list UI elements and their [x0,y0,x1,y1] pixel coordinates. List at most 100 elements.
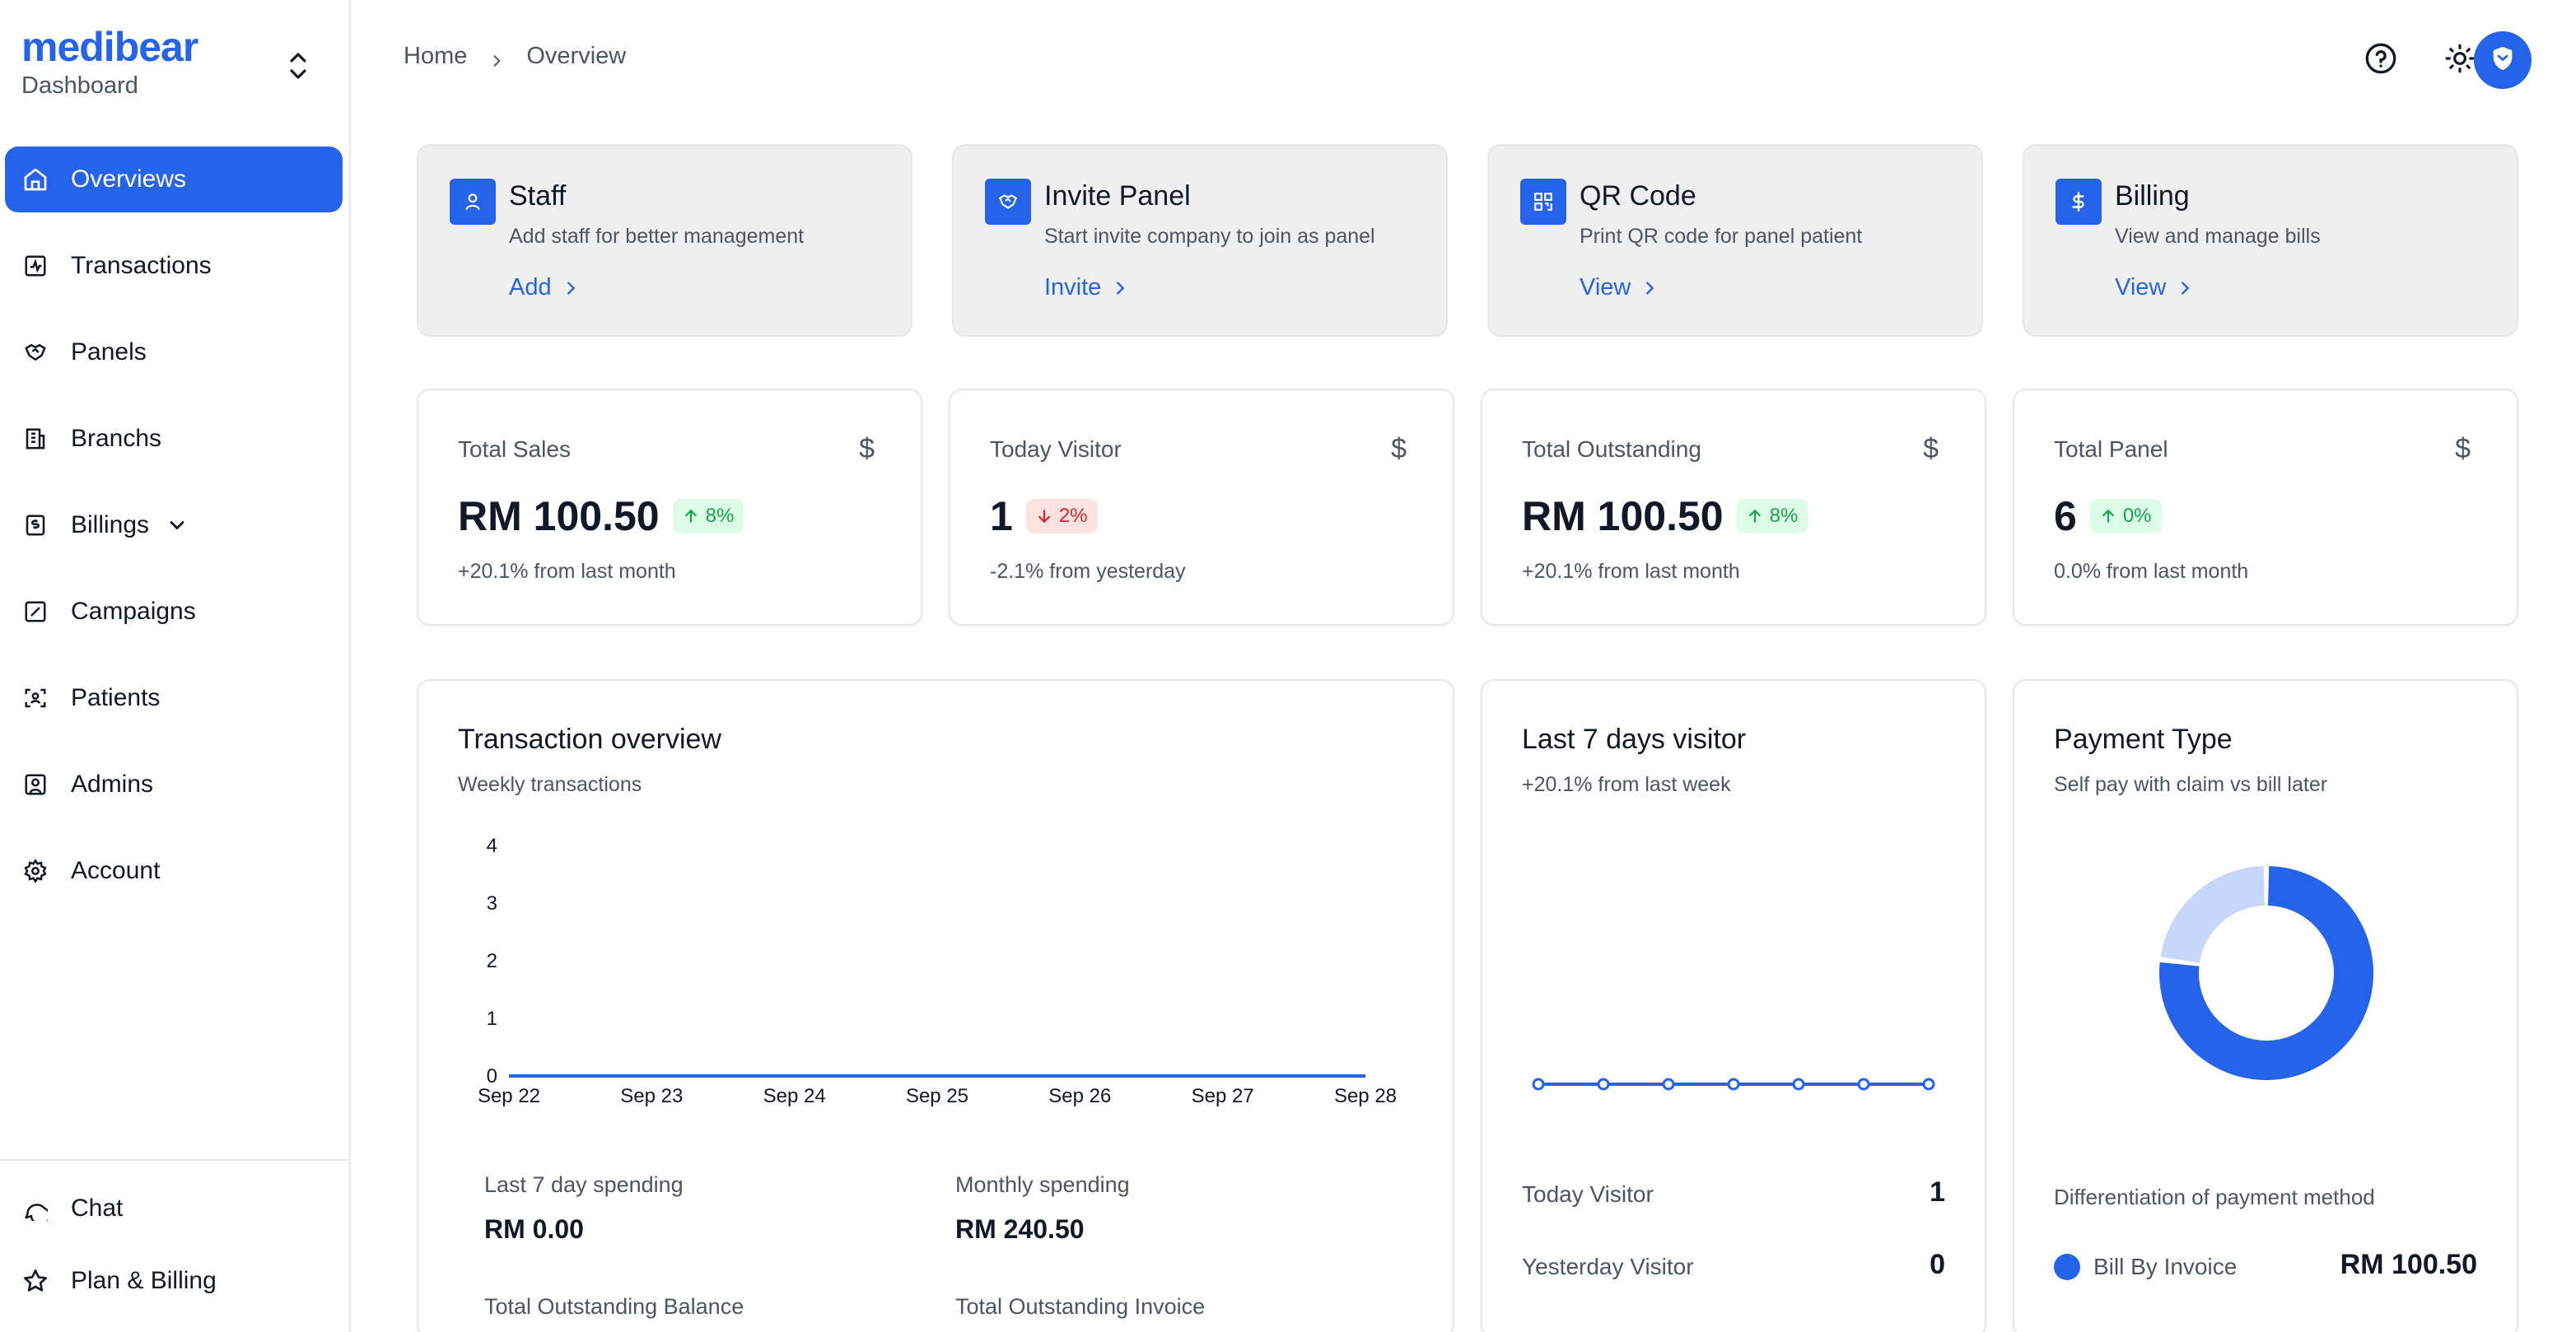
visitor-point [1727,1078,1740,1091]
monthly-spending-value: RM 240.50 [955,1214,1085,1244]
x-tick-label: Sep 24 [763,1085,826,1107]
x-tick-label: Sep 22 [478,1085,540,1107]
sidebar-item-label: Transactions [71,252,212,279]
sidebar-item-chat[interactable]: Chat [5,1176,349,1241]
y-tick-label: 1 [487,1008,497,1030]
arrow-down-icon [1038,510,1050,524]
quick-card-invite-panel: Invite Panel Start invite company to joi… [952,144,1448,337]
view-billing-link[interactable]: View [2115,274,2194,301]
sidebar-item-label: Patients [71,684,161,711]
user-square-icon [21,771,49,799]
brand: medibear Dashboard [21,25,198,100]
yesterday-visitor-value: 0 [1930,1249,1945,1280]
view-qr-code-link[interactable]: View [1580,274,1659,301]
stat-sub: +20.1% from last month [458,560,676,583]
sidebar-item-admins[interactable]: Admins [5,752,343,817]
visitor-point [1532,1078,1545,1091]
y-tick-label: 2 [487,950,497,972]
stat-card-total-panel: Total Panel $ 6 0% 0.0% from last month [2013,389,2518,626]
stat-value: 1 [990,493,1013,539]
home-icon [21,165,49,193]
dollar-icon: $ [859,433,875,464]
card-subtitle: Self pay with claim vs bill later [2054,773,2328,796]
sidebar-item-label: Campaigns [71,598,196,625]
sidebar-item-label: Plan & Billing [71,1267,217,1294]
dollar-icon: $ [2455,433,2471,464]
stat-value-row: 1 2% [990,492,1098,540]
stat-card-total-outstanding: Total Outstanding $ RM 100.50 8% +20.1% … [1481,389,1986,626]
quick-card-title: QR Code [1580,180,1696,212]
sidebar-item-label: Panels [71,338,147,366]
sidebar-item-label: Billings [71,511,150,538]
avatar[interactable] [2474,31,2532,89]
chevron-down-icon[interactable] [166,514,189,537]
shield-icon [2489,44,2517,77]
breadcrumb-current: Overview [526,43,627,69]
stat-sub: 0.0% from last month [2054,560,2249,583]
y-tick-label: 3 [487,892,497,915]
sidebar-item-account[interactable]: Account [5,838,343,904]
sidebar-item-billings[interactable]: Billings [5,492,343,558]
scan-user-icon [21,684,49,712]
chevrons-up-down-icon[interactable] [283,48,313,84]
payment-type-card: Payment Type Self pay with claim vs bill… [2013,679,2518,1332]
today-visitor-value: 1 [1930,1176,1945,1208]
x-tick-label: Sep 25 [906,1085,968,1107]
trend-value: 2% [1058,505,1088,527]
quick-card-billing: Billing View and manage bills View [2023,144,2518,337]
quick-card-staff: Staff Add staff for better management Ad… [417,144,912,337]
bill-invoice-label: Bill By Invoice [2093,1254,2238,1279]
stat-value-row: RM 100.50 8% [458,492,744,540]
visitor-point [1792,1078,1805,1091]
visitor-card: Last 7 days visitor +20.1% from last wee… [1481,679,1986,1332]
stat-value-row: 6 0% [2054,492,2162,540]
invite-panel-link[interactable]: Invite [1044,274,1129,301]
help-button[interactable] [2352,31,2410,89]
chevron-right-icon [1117,281,1125,295]
yesterday-visitor-label: Yesterday Visitor [1522,1254,1694,1279]
card-title: Payment Type [2054,724,2233,755]
sidebar-item-patients[interactable]: Patients [5,665,343,731]
stat-value: 6 [2054,493,2077,539]
stat-label: Total Panel [2054,436,2168,462]
sidebar-item-panels[interactable]: Panels [5,319,343,385]
campaign-icon [21,598,49,626]
chevron-right-icon [1646,281,1654,295]
dollar-icon: $ [1923,433,1939,464]
qr-code-icon [1520,179,1566,225]
breadcrumb-home[interactable]: Home [404,43,467,70]
add-staff-link[interactable]: Add [509,274,580,301]
visitor-point [1662,1078,1675,1091]
sidebar-item-branchs[interactable]: Branchs [5,406,343,472]
x-tick-label: Sep 27 [1192,1085,1254,1107]
dollar-icon [2056,179,2102,225]
stat-card-total-sales: Total Sales $ RM 100.50 8% +20.1% from l… [417,389,922,626]
sidebar-item-label: Chat [71,1195,124,1222]
stat-card-today-visitor: Today Visitor $ 1 2% -2.1% from yesterda… [949,389,1454,626]
stat-label: Total Sales [458,436,571,462]
trend-value: 0% [2122,505,2152,527]
x-tick-label: Sep 26 [1048,1085,1111,1107]
arrow-up-icon [684,509,697,523]
sidebar-item-transactions[interactable]: Transactions [5,233,343,299]
stat-sub: -2.1% from yesterday [990,560,1186,583]
action-label: Invite [1044,274,1102,300]
action-label: Add [509,274,552,300]
quick-card-qr-code: QR Code Print QR code for panel patient … [1487,144,1983,337]
sidebar-item-campaigns[interactable]: Campaigns [5,579,343,645]
stat-label: Total Outstanding [1522,436,1701,462]
stat-value-row: RM 100.50 8% [1522,492,1808,540]
trend-value: 8% [705,505,735,527]
sidebar-item-overviews[interactable]: Overviews [5,147,343,212]
quick-card-title: Staff [509,180,567,212]
sidebar-item-plan-billing[interactable]: Plan & Billing [5,1248,349,1314]
quick-card-title: Invite Panel [1044,180,1191,212]
payment-diff-label: Differentiation of payment method [2054,1185,2375,1209]
sidebar-nav: Overviews Transactions Panels Branchs Bi… [5,147,343,924]
y-tick-label: 4 [487,835,497,857]
sidebar-item-label: Branchs [71,425,162,452]
user-icon [450,179,496,225]
trend-value: 8% [1769,505,1799,527]
last7-spending-value: RM 0.00 [484,1214,584,1244]
card-title: Transaction overview [458,724,721,755]
